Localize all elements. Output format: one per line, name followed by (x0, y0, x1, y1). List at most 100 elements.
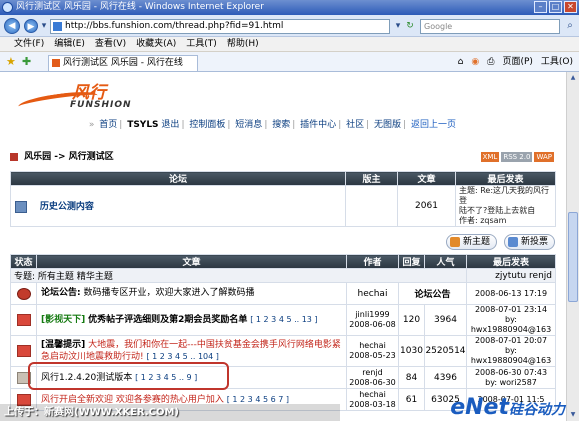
filter-row: 专题: 所有主题 精华主题 zjytutu renjd (10, 268, 556, 283)
search-icon[interactable]: ⌕ (563, 19, 577, 34)
menu-help[interactable]: 帮助(H) (227, 37, 259, 51)
forum-table: 论坛 版主 文章 最后发表 历史公测内容 2061 主题: Re:这几天我的风行… (10, 171, 556, 227)
scroll-down-icon[interactable]: ▼ (568, 410, 578, 420)
tab-bar: ★ ✚ 风行测试区 风乐园 - 风行在线 ⌂ ◉ ⎙ 页面(P) 工具(O) (0, 52, 579, 72)
thread-replies: 84 (398, 366, 425, 389)
search-placeholder: Google (424, 22, 453, 31)
home-icon[interactable]: ⌂ (456, 55, 466, 69)
table-row: 论坛公告: 数码播专区开业，欢迎大家进入了解数码播 hechai 论坛公告 20… (10, 282, 556, 305)
thread-replies: 120 (398, 304, 425, 336)
scroll-up-icon[interactable]: ▲ (568, 73, 578, 83)
nav-logout[interactable]: 退出 (161, 120, 179, 130)
window-controls: – □ ✕ (534, 1, 577, 13)
thread-author[interactable]: hechai (347, 341, 398, 351)
back-link[interactable]: 返回上一页 (411, 120, 456, 130)
filter-all[interactable]: 所有主题 (38, 272, 74, 282)
xml-badge[interactable]: XML (480, 152, 500, 162)
thread-title[interactable]: 数码播专区开业，欢迎大家进入了解数码播 (83, 288, 254, 298)
address-toolbar: ◀ ▶ ▾ http://bbs.funshion.com/thread.php… (0, 15, 579, 37)
thread-title[interactable]: 风行开启全新欢迎 欢迎各参赛的热心用户加入 (41, 395, 224, 405)
col-author: 作者 (346, 254, 399, 269)
breadcrumb-text[interactable]: 风乐园 -> 风行测试区 (24, 152, 114, 162)
nav-home[interactable]: 首页 (99, 120, 117, 130)
thread-author-date: 2008-05-23 (349, 351, 396, 360)
feeds-icon[interactable]: ◉ (469, 55, 481, 69)
thread-author-date: 2008-06-08 (349, 320, 396, 329)
menu-edit[interactable]: 编辑(E) (54, 37, 85, 51)
close-icon[interactable]: ✕ (564, 1, 577, 13)
thread-author[interactable]: renjd (347, 368, 398, 378)
page-viewport: 风行 FUNSHION » 首页 | TSYLS 退出 | 控制面板 | 短消息 | 搜… (0, 72, 566, 421)
refresh-icon[interactable]: ↻ (404, 19, 416, 34)
last-post-line-2[interactable]: 陆不了?登陆上去就自 (459, 206, 555, 216)
thread-views: 3964 (424, 304, 467, 336)
menu-favorites[interactable]: 收藏夹(A) (136, 37, 176, 51)
thread-pages[interactable]: [ 1 2 3 4 5 6 7 ] (227, 395, 289, 404)
minimize-icon[interactable]: – (534, 1, 547, 13)
thread-author-date: 2008-03-18 (349, 399, 396, 409)
last-post-line-1[interactable]: 主题: Re:这几天我的风行登 (459, 186, 555, 206)
tab-current[interactable]: 风行测试区 风乐园 - 风行在线 (48, 55, 198, 71)
thread-author[interactable]: hechai (347, 390, 398, 400)
site-logo[interactable]: 风行 FUNSHION (10, 76, 556, 116)
maximize-icon[interactable]: □ (549, 1, 562, 13)
thread-replies: 1030 (398, 335, 425, 367)
col-last-reply: 最后发表 (466, 254, 556, 269)
window-title: 风行测试区 风乐园 - 风行在线 - Windows Internet Expl… (16, 2, 264, 12)
address-input[interactable]: http://bbs.funshion.com/thread.php?fid=9… (50, 19, 390, 34)
history-dropdown-icon[interactable]: ▾ (38, 19, 50, 34)
nav-community[interactable]: 社区 (346, 120, 364, 130)
back-arrow-icon[interactable]: ◀ (4, 18, 20, 34)
col-replies: 回复 (398, 254, 425, 269)
search-input[interactable]: Google (420, 19, 560, 34)
menu-bar: 文件(F) 编辑(E) 查看(V) 收藏夹(A) 工具(T) 帮助(H) (0, 37, 579, 52)
corner-logo-main: eNet (450, 395, 509, 420)
thread-author[interactable]: hechai (346, 282, 399, 305)
highlight-annotation (28, 362, 229, 390)
page-menu[interactable]: 页面(P) (500, 55, 534, 69)
add-favorite-icon[interactable]: ✚ (22, 55, 31, 69)
nav-plugins[interactable]: 插件中心 (300, 120, 336, 130)
thread-views: 4396 (424, 366, 467, 389)
forum-name[interactable]: 历史公测内容 (36, 202, 94, 212)
nav-messages[interactable]: 短消息 (235, 120, 262, 130)
scroll-thumb[interactable] (568, 212, 578, 302)
thread-prefix: 论坛公告: (41, 288, 81, 298)
forward-arrow-icon[interactable]: ▶ (24, 19, 38, 33)
site-favicon-icon (52, 59, 60, 67)
print-icon[interactable]: ⎙ (485, 55, 496, 69)
forum-last-post: 主题: Re:这几天我的风行登 陆不了?登陆上去就自 作者: zqsam (455, 185, 556, 227)
wap-badge[interactable]: WAP (534, 152, 554, 162)
filter-best[interactable]: 精华主题 (77, 272, 113, 282)
site-nav: » 首页 | TSYLS 退出 | 控制面板 | 短消息 | 搜索 | 插件中心 | 社区 |… (88, 120, 456, 130)
thread-pages[interactable]: [ 1 2 3 4 5 .. 13 ] (250, 315, 317, 324)
nav-control-panel[interactable]: 控制面板 (189, 120, 225, 130)
forum-moderator (345, 185, 398, 227)
filter-label: 专题: (14, 272, 36, 282)
forum-row: 历史公测内容 2061 主题: Re:这几天我的风行登 陆不了?登陆上去就自 作… (10, 185, 556, 227)
thread-prefix: [温馨提示] (41, 339, 86, 350)
new-topic-button[interactable]: 新主题 (446, 234, 498, 250)
thread-title[interactable]: 优秀帖子评选细则及第2期会员奖励名单 (88, 315, 247, 325)
thread-last-by[interactable]: by: hwx19880904@163 (467, 315, 555, 335)
thread-last-by[interactable]: by: wori2587 (467, 378, 555, 388)
moderators[interactable]: zjytutu renjd (466, 268, 556, 283)
thread-pages[interactable]: [ 1 2 3 4 5 .. 104 ] (146, 352, 218, 361)
tab-title: 风行测试区 风乐园 - 风行在线 (63, 58, 183, 68)
thread-author[interactable]: jinli1999 (347, 310, 398, 320)
menu-file[interactable]: 文件(F) (14, 37, 44, 51)
rss-badge[interactable]: RSS 2.0 (501, 152, 533, 162)
new-poll-button[interactable]: 新投票 (504, 234, 556, 250)
address-dropdown-icon[interactable]: ▾ (392, 19, 404, 34)
nav-search[interactable]: 搜索 (272, 120, 290, 130)
favorites-star-icon[interactable]: ★ (6, 55, 16, 69)
nav-user[interactable]: TSYLS (127, 120, 158, 130)
menu-tools[interactable]: 工具(T) (186, 37, 217, 51)
menu-view[interactable]: 查看(V) (95, 37, 126, 51)
breadcrumb: 风乐园 -> 风行测试区 (10, 150, 114, 164)
command-bar: ⌂ ◉ ⎙ 页面(P) 工具(O) (456, 55, 575, 69)
nav-text-version[interactable]: 无图版 (374, 120, 401, 130)
thread-last-by[interactable]: by: hwx19880904@163 (467, 346, 555, 366)
tools-menu[interactable]: 工具(O) (539, 55, 575, 69)
vertical-scrollbar[interactable]: ▲ ▼ (566, 72, 579, 421)
